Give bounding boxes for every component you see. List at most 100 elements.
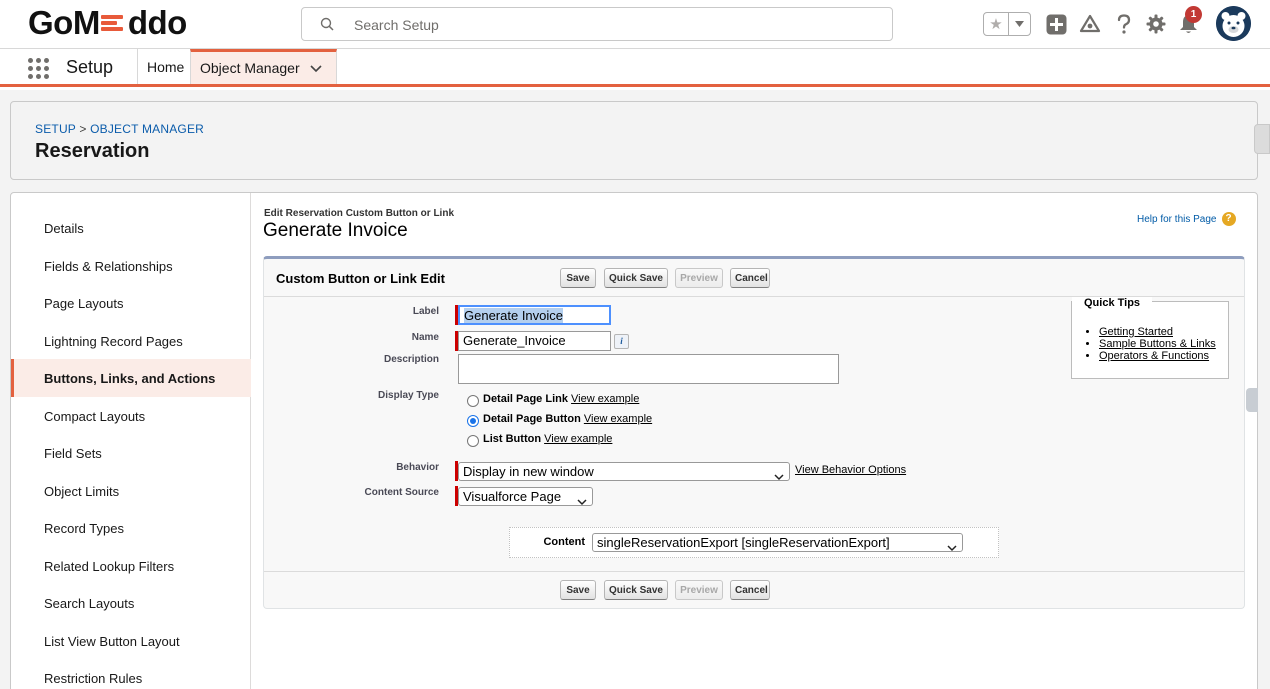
search-setup-box[interactable] bbox=[301, 7, 893, 41]
favorites-dropdown-icon[interactable] bbox=[1008, 13, 1030, 35]
nav-item-related-lookup-filters[interactable]: Related Lookup Filters bbox=[11, 547, 251, 585]
custom-button-edit-page: Edit Reservation Custom Button or Link G… bbox=[250, 192, 1258, 689]
gear-icon[interactable] bbox=[1145, 13, 1167, 35]
cancel-button-bottom[interactable]: Cancel bbox=[730, 580, 770, 600]
description-textarea[interactable] bbox=[458, 354, 839, 384]
quick-tips-list: Getting Started Sample Buttons & Links O… bbox=[1099, 326, 1216, 362]
breadcrumb-separator: > bbox=[79, 122, 87, 136]
edit-block-footer: Save Quick Save Preview Cancel bbox=[264, 571, 1244, 609]
nav-item-page-layouts[interactable]: Page Layouts bbox=[11, 284, 251, 322]
favorites-control[interactable]: ★ bbox=[983, 12, 1031, 36]
app-launcher-icon[interactable] bbox=[28, 58, 49, 79]
behavior-select[interactable]: Display in new window bbox=[458, 462, 790, 481]
nav-item-compact-layouts[interactable]: Compact Layouts bbox=[11, 397, 251, 435]
quick-tip-item[interactable]: Getting Started bbox=[1099, 326, 1216, 338]
content-select[interactable]: singleReservationExport [singleReservati… bbox=[592, 533, 963, 552]
nav-item-label: Compact Layouts bbox=[44, 408, 146, 424]
object-left-nav: Details Fields & Relationships Page Layo… bbox=[11, 193, 251, 689]
tab-home[interactable]: Home bbox=[137, 49, 193, 84]
content-label: Content bbox=[543, 536, 585, 548]
radio-detail-page-link[interactable] bbox=[467, 395, 479, 407]
display-type-label: Display Type bbox=[378, 390, 439, 401]
save-button-bottom[interactable]: Save bbox=[560, 580, 596, 600]
edit-block: Custom Button or Link Edit Save Quick Sa… bbox=[263, 256, 1258, 609]
nav-item-record-types[interactable]: Record Types bbox=[11, 509, 251, 547]
logo-text-right: ddo bbox=[127, 4, 187, 41]
nav-item-label: Record Types bbox=[44, 520, 124, 536]
description-field-label: Description bbox=[383, 354, 439, 365]
chevron-down-icon[interactable] bbox=[310, 60, 322, 76]
quick-tips-box: Quick Tips Getting Started Sample Button… bbox=[1071, 297, 1229, 379]
nav-item-label: Object Limits bbox=[44, 483, 120, 499]
tab-object-manager[interactable]: Object Manager bbox=[190, 49, 337, 84]
edit-block-title: Custom Button or Link Edit bbox=[276, 271, 445, 286]
nav-item-restriction-rules[interactable]: Restriction Rules bbox=[11, 659, 251, 689]
getting-started-link[interactable]: Getting Started bbox=[1099, 326, 1173, 338]
nav-item-fields-relationships[interactable]: Fields & Relationships bbox=[11, 247, 251, 285]
tab-home-label: Home bbox=[147, 58, 185, 75]
global-header: GoM ddo ★ 1 bbox=[0, 0, 1270, 49]
content-source-selected-value: Visualforce Page bbox=[463, 489, 562, 504]
nav-item-label: Related Lookup Filters bbox=[44, 558, 175, 574]
quick-tip-item[interactable]: Sample Buttons & Links bbox=[1099, 338, 1216, 350]
collapse-panel-handle[interactable] bbox=[1246, 388, 1258, 412]
list-button-label: List Button bbox=[483, 433, 542, 445]
notification-badge: 1 bbox=[1185, 6, 1202, 23]
sample-buttons-links-link[interactable]: Sample Buttons & Links bbox=[1099, 338, 1216, 350]
label-input[interactable]: Generate Invoice bbox=[458, 305, 611, 325]
view-behavior-options-link[interactable]: View Behavior Options bbox=[795, 464, 906, 476]
side-panel-toggle[interactable] bbox=[1254, 124, 1270, 154]
label-input-value: Generate Invoice bbox=[464, 308, 564, 323]
behavior-label: Behavior bbox=[396, 462, 439, 473]
nav-item-list-view-button-layout[interactable]: List View Button Layout bbox=[11, 622, 251, 660]
page-title: Reservation bbox=[35, 140, 150, 162]
edit-block-header: Custom Button or Link Edit Save Quick Sa… bbox=[264, 259, 1244, 297]
name-input[interactable]: Generate_Invoice bbox=[458, 331, 611, 351]
avatar[interactable] bbox=[1216, 6, 1251, 41]
info-icon[interactable]: i bbox=[614, 334, 629, 349]
nav-item-label: Page Layouts bbox=[44, 295, 124, 311]
search-input[interactable] bbox=[354, 15, 874, 35]
nav-item-label: Fields & Relationships bbox=[44, 258, 173, 274]
help-icon[interactable] bbox=[1113, 13, 1135, 35]
list-button-option: List Button View example bbox=[483, 433, 612, 445]
help-for-this-page-link[interactable]: Help for this Page ? bbox=[1137, 212, 1236, 226]
breadcrumb-setup[interactable]: SETUP bbox=[35, 122, 76, 136]
content-source-label: Content Source bbox=[364, 487, 439, 498]
trailhead-icon[interactable] bbox=[1079, 13, 1101, 35]
gomeddo-logo[interactable]: GoM ddo bbox=[28, 4, 187, 42]
cancel-button-top[interactable]: Cancel bbox=[730, 268, 770, 288]
view-example-link[interactable]: View example bbox=[544, 433, 612, 445]
page-context-title: Edit Reservation Custom Button or Link bbox=[264, 208, 455, 219]
search-icon bbox=[320, 17, 334, 36]
preview-button-bottom[interactable]: Preview bbox=[675, 580, 723, 600]
behavior-selected-value: Display in new window bbox=[463, 464, 594, 479]
save-button-top[interactable]: Save bbox=[560, 268, 596, 288]
nav-item-label: List View Button Layout bbox=[44, 633, 180, 649]
help-question-icon[interactable]: ? bbox=[1221, 212, 1236, 226]
nav-item-buttons-links-actions[interactable]: Buttons, Links, and Actions bbox=[11, 359, 251, 397]
nav-item-object-limits[interactable]: Object Limits bbox=[11, 472, 251, 510]
nav-item-label: Restriction Rules bbox=[44, 670, 143, 686]
preview-button-top[interactable]: Preview bbox=[675, 268, 723, 288]
chevron-down-icon bbox=[577, 494, 587, 509]
header-utility-icons: ★ 1 bbox=[970, 0, 1270, 49]
plus-icon[interactable] bbox=[1045, 13, 1067, 35]
quick-save-button-bottom[interactable]: Quick Save bbox=[604, 580, 668, 600]
app-nav-bar: Setup Home Object Manager bbox=[0, 49, 1270, 87]
chevron-down-icon bbox=[774, 469, 784, 484]
nav-item-search-layouts[interactable]: Search Layouts bbox=[11, 584, 251, 622]
radio-detail-page-button[interactable] bbox=[467, 415, 479, 427]
nav-item-lightning-record-pages[interactable]: Lightning Record Pages bbox=[11, 322, 251, 360]
breadcrumb-object-manager[interactable]: OBJECT MANAGER bbox=[90, 122, 204, 136]
star-icon[interactable]: ★ bbox=[984, 13, 1008, 35]
content-source-select[interactable]: Visualforce Page bbox=[458, 487, 593, 506]
quick-tip-item[interactable]: Operators & Functions bbox=[1099, 350, 1216, 362]
radio-list-button[interactable] bbox=[467, 435, 479, 447]
nav-item-details[interactable]: Details bbox=[11, 209, 251, 247]
view-example-link[interactable]: View example bbox=[571, 393, 639, 405]
view-example-link[interactable]: View example bbox=[584, 413, 652, 425]
operators-functions-link[interactable]: Operators & Functions bbox=[1099, 350, 1209, 362]
quick-save-button-top[interactable]: Quick Save bbox=[604, 268, 668, 288]
nav-item-field-sets[interactable]: Field Sets bbox=[11, 434, 251, 472]
